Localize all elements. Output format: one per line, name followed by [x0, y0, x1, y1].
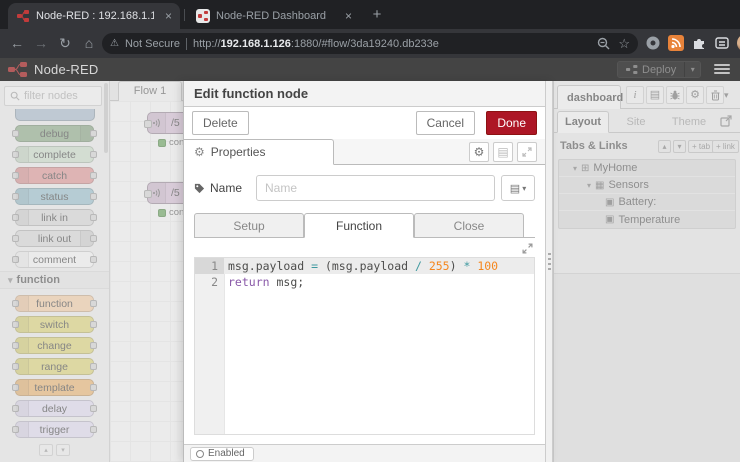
nodered-header: Node-RED Deploy ▾	[0, 58, 740, 81]
url-path: :1880/#flow/3da19240.db233e	[291, 38, 439, 50]
tab-separator	[184, 9, 185, 21]
app-title: Node-RED	[34, 62, 98, 77]
node-settings-gear-icon[interactable]: ⚙	[469, 142, 489, 162]
book-icon: ▤	[510, 182, 520, 195]
dashboard-favicon	[196, 9, 210, 23]
rss-extension-icon[interactable]	[668, 35, 684, 51]
tab-close-icon[interactable]: ×	[165, 9, 172, 23]
address-bar[interactable]: ⚠ Not Secure http://192.168.1.126:1880/#…	[102, 33, 638, 54]
bookmark-star-icon[interactable]: ☆	[618, 36, 630, 52]
resize-grip	[548, 253, 551, 273]
dialog-tab-row: ⚙ Properties ⚙ ▤	[184, 139, 545, 165]
dialog-title: Edit function node	[184, 81, 545, 107]
done-button[interactable]: Done	[486, 111, 537, 135]
extension-circle-icon[interactable]	[645, 35, 661, 51]
properties-tab-label: Properties	[211, 145, 266, 159]
code-lines: 1msg.payload = (msg.payload / 255) * 100…	[195, 258, 534, 290]
browser-tab-nodered[interactable]: Node-RED : 192.168.1.126 ×	[8, 3, 180, 29]
function-editor-tabs: Setup Function Close	[194, 213, 535, 238]
code-text[interactable]: msg.payload = (msg.payload / 255) * 100	[224, 258, 498, 274]
tab-title: Node-RED Dashboard	[216, 10, 326, 22]
tab-list-icon[interactable]	[714, 35, 730, 51]
zoom-icon[interactable]	[597, 37, 610, 50]
tag-icon	[194, 183, 205, 194]
workspace: filter nodes debug complete	[0, 81, 740, 462]
edit-dialog-tray: Edit function node Delete Cancel Done ⚙ …	[183, 81, 553, 462]
tab-close-icon[interactable]: ×	[345, 9, 352, 23]
main-menu-icon[interactable]	[714, 64, 730, 75]
code-editor[interactable]: 1msg.payload = (msg.payload / 255) * 100…	[194, 257, 535, 435]
enabled-toggle-button[interactable]: Enabled	[190, 447, 254, 461]
security-label[interactable]: Not Secure	[125, 38, 180, 50]
back-icon[interactable]: ←	[8, 34, 26, 52]
browser-tab-strip: Node-RED : 192.168.1.126 × Node-RED Dash…	[0, 0, 740, 29]
editor-toolbar	[194, 240, 533, 256]
url-text: http://192.168.1.126:1880/#flow/3da19240…	[193, 38, 439, 50]
tray-resize-handle[interactable]	[545, 81, 553, 462]
node-description-doc-icon[interactable]: ▤	[493, 142, 513, 162]
name-label: Name	[194, 181, 250, 195]
deploy-button[interactable]: Deploy ▾	[617, 61, 701, 78]
dialog-footer: Enabled	[184, 444, 545, 462]
deploy-icon	[626, 65, 638, 74]
label-book-button[interactable]: ▤ ▾	[501, 175, 535, 201]
tab-properties[interactable]: ⚙ Properties	[184, 139, 334, 165]
code-line[interactable]: 2return msg;	[195, 274, 534, 290]
browser-tab-dashboard[interactable]: Node-RED Dashboard ×	[188, 3, 360, 29]
dialog-body: Name ▤ ▾ Setup Function Close	[184, 165, 545, 444]
line-number: 2	[195, 274, 224, 290]
name-input[interactable]	[256, 175, 495, 201]
caret-down-icon: ▾	[522, 184, 526, 193]
browser-toolbar: ← → ↻ ⌂ ⚠ Not Secure http://192.168.1.12…	[0, 29, 740, 58]
dialog-button-row: Delete Cancel Done	[184, 107, 545, 139]
nodered-logo	[8, 62, 28, 77]
nodered-favicon	[16, 9, 30, 23]
code-line[interactable]: 1msg.payload = (msg.payload / 255) * 100	[195, 258, 534, 274]
expand-editor-icon[interactable]	[522, 243, 533, 254]
deploy-label: Deploy	[642, 64, 676, 76]
deploy-options-caret[interactable]: ▾	[684, 62, 700, 77]
warning-icon: ⚠	[110, 38, 119, 49]
forward-icon[interactable]: →	[32, 34, 50, 52]
cancel-button[interactable]: Cancel	[416, 111, 475, 135]
application-window: Node-RED : 192.168.1.126 × Node-RED Dash…	[0, 0, 740, 462]
enabled-circle-icon	[196, 450, 204, 458]
delete-button[interactable]: Delete	[192, 111, 249, 135]
home-icon[interactable]: ⌂	[80, 34, 98, 52]
tab-setup[interactable]: Setup	[194, 213, 304, 238]
url-host: 192.168.1.126	[221, 38, 291, 50]
extensions-puzzle-icon[interactable]	[691, 35, 707, 51]
reload-icon[interactable]: ↻	[56, 34, 74, 52]
tab-title: Node-RED : 192.168.1.126	[36, 10, 154, 22]
url-scheme: http://	[193, 38, 221, 50]
enabled-label: Enabled	[208, 448, 245, 460]
code-text[interactable]: return msg;	[224, 274, 304, 290]
gear-icon: ⚙	[194, 145, 205, 159]
new-tab-button[interactable]: +	[368, 6, 386, 24]
name-row: Name ▤ ▾	[194, 175, 535, 201]
line-number: 1	[195, 258, 224, 274]
address-divider	[186, 38, 187, 50]
expand-dialog-icon[interactable]	[517, 142, 537, 162]
tab-function[interactable]: Function	[304, 213, 414, 238]
tab-close[interactable]: Close	[414, 213, 524, 238]
